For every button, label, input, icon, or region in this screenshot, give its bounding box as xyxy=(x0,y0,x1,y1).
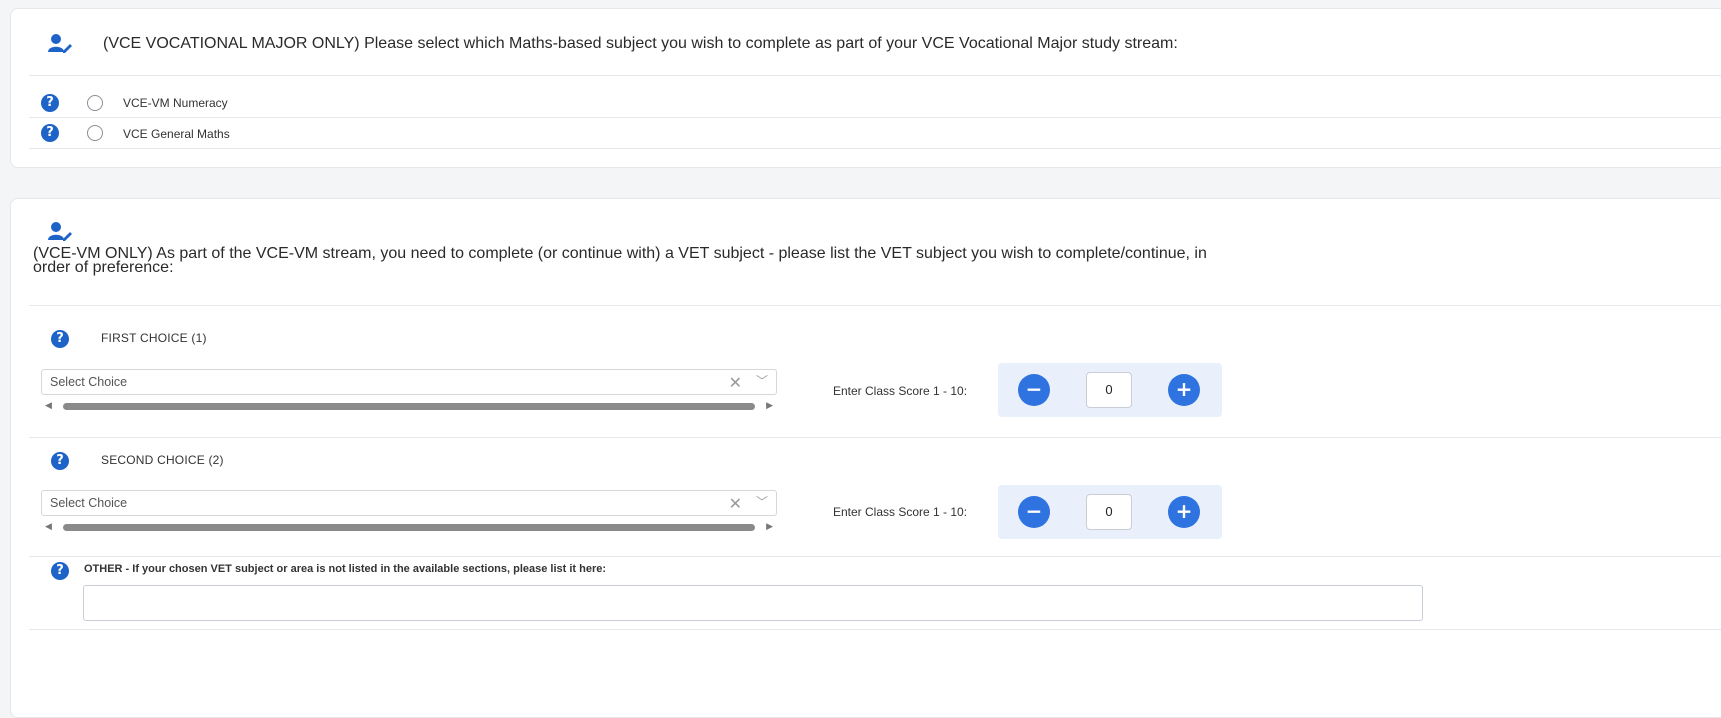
option-label-vce-general-maths: VCE General Maths xyxy=(123,127,230,141)
vet-heading-line-1: (VCE-VM ONLY) As part of the VCE-VM stre… xyxy=(33,245,1207,262)
clear-x-icon[interactable]: ✕ xyxy=(729,373,742,392)
second-choice-label: SECOND CHOICE (2) xyxy=(101,453,224,467)
divider xyxy=(29,629,1721,630)
first-score-stepper: − 0 + xyxy=(998,363,1222,417)
first-choice-select[interactable]: Select Choice ✕ ﹀ xyxy=(41,369,777,395)
maths-subject-card: (VCE VOCATIONAL MAJOR ONLY) Please selec… xyxy=(10,8,1721,168)
help-icon[interactable]: ? xyxy=(51,330,69,348)
plus-icon[interactable]: + xyxy=(1168,496,1200,528)
plus-icon[interactable]: + xyxy=(1168,374,1200,406)
help-icon[interactable]: ? xyxy=(41,94,59,112)
second-score-input[interactable]: 0 xyxy=(1086,494,1132,530)
divider xyxy=(29,556,1721,557)
maths-subject-heading: (VCE VOCATIONAL MAJOR ONLY) Please selec… xyxy=(103,35,1178,52)
scroll-left-arrow-icon[interactable]: ◀ xyxy=(45,522,52,532)
divider xyxy=(29,117,1721,118)
help-icon[interactable]: ? xyxy=(51,452,69,470)
chevron-down-icon[interactable]: ﹀ xyxy=(756,372,768,389)
help-icon[interactable]: ? xyxy=(51,562,69,580)
first-choice-label: FIRST CHOICE (1) xyxy=(101,331,207,345)
other-subject-input[interactable] xyxy=(83,585,1423,621)
clear-x-icon[interactable]: ✕ xyxy=(729,494,742,513)
radio-vce-vm-numeracy[interactable] xyxy=(87,95,103,111)
scrollbar-thumb[interactable] xyxy=(63,403,755,410)
chevron-down-icon[interactable]: ﹀ xyxy=(756,493,768,510)
vet-heading-line-2: order of preference: xyxy=(33,259,174,276)
scroll-right-arrow-icon[interactable]: ▶ xyxy=(766,522,773,532)
other-label: OTHER - If your chosen VET subject or ar… xyxy=(84,563,607,575)
first-choice-scrollbar[interactable]: ◀ ▶ xyxy=(41,400,777,412)
divider xyxy=(29,437,1721,438)
vet-subject-heading: (VCE-VM ONLY) As part of the VCE-VM stre… xyxy=(33,245,1207,276)
first-score-label: Enter Class Score 1 - 10: xyxy=(833,384,968,398)
divider xyxy=(29,75,1721,76)
scrollbar-thumb[interactable] xyxy=(63,524,755,531)
user-edit-icon xyxy=(48,222,72,241)
minus-icon[interactable]: − xyxy=(1018,374,1050,406)
divider xyxy=(29,148,1721,149)
minus-icon[interactable]: − xyxy=(1018,496,1050,528)
second-choice-scrollbar[interactable]: ◀ ▶ xyxy=(41,521,777,533)
vet-subject-card: (VCE-VM ONLY) As part of the VCE-VM stre… xyxy=(10,198,1721,718)
second-choice-select[interactable]: Select Choice ✕ ﹀ xyxy=(41,490,777,516)
first-score-input[interactable]: 0 xyxy=(1086,372,1132,408)
second-choice-placeholder: Select Choice xyxy=(50,496,128,510)
first-choice-placeholder: Select Choice xyxy=(50,375,128,389)
scroll-left-arrow-icon[interactable]: ◀ xyxy=(45,401,52,411)
divider xyxy=(29,305,1721,306)
option-label-vce-vm-numeracy: VCE-VM Numeracy xyxy=(123,96,228,110)
scroll-right-arrow-icon[interactable]: ▶ xyxy=(766,401,773,411)
help-icon[interactable]: ? xyxy=(41,124,59,142)
radio-vce-general-maths[interactable] xyxy=(87,125,103,141)
second-score-stepper: − 0 + xyxy=(998,485,1222,539)
second-score-label: Enter Class Score 1 - 10: xyxy=(833,505,968,519)
user-edit-icon xyxy=(48,34,72,53)
